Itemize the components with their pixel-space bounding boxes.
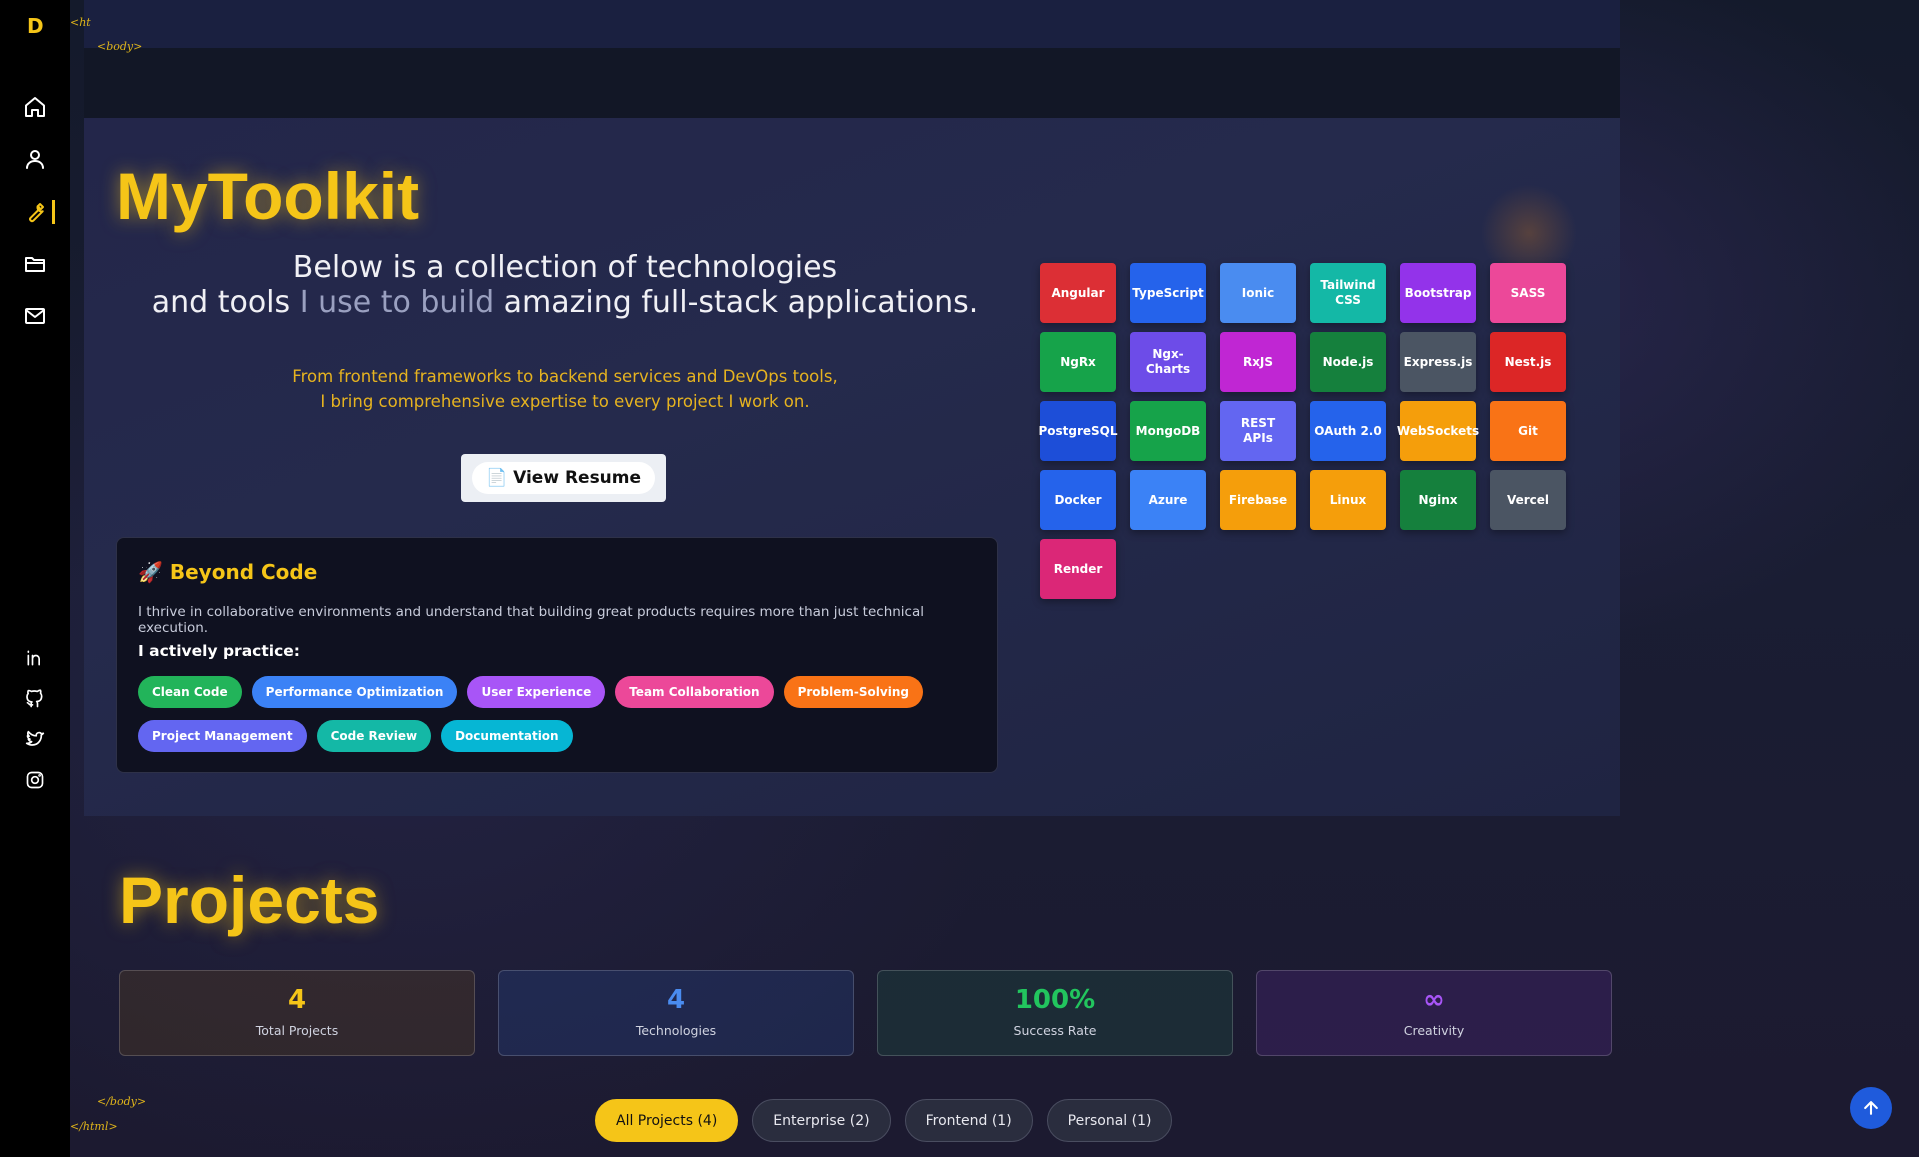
section-gap <box>84 48 1620 118</box>
body-close-tag: </body> <box>97 1095 147 1108</box>
beyond-code-title: 🚀 Beyond Code <box>138 560 318 584</box>
tech-tile[interactable]: Ionic <box>1220 263 1296 323</box>
tech-tile[interactable]: Tailwind CSS <box>1310 263 1386 323</box>
toolkit-subtitle: From frontend frameworks to backend serv… <box>140 364 990 414</box>
filter-button[interactable]: Enterprise (2) <box>752 1099 891 1142</box>
previous-section-band <box>84 0 1620 48</box>
tech-tile[interactable]: SASS <box>1490 263 1566 323</box>
practice-pill: Documentation <box>441 720 573 752</box>
linkedin-icon[interactable] <box>22 645 48 671</box>
practice-pill: User Experience <box>467 676 606 708</box>
active-nav-indicator <box>52 200 55 224</box>
page: <body> D <ht </body> </html> MyToolkit B… <box>0 0 1919 1157</box>
stat-label: Creativity <box>1403 1023 1465 1038</box>
arrow-up-icon <box>1864 1101 1878 1115</box>
toolkit-intro: Below is a collection of technologies an… <box>140 250 990 320</box>
practice-pill: Code Review <box>316 720 432 752</box>
stat-card: 4 Technologies <box>498 970 854 1056</box>
tech-tile[interactable]: TypeScript <box>1130 263 1206 323</box>
instagram-icon[interactable] <box>22 767 48 793</box>
project-filters: All Projects (4) Enterprise (2) Frontend (… <box>595 1099 1173 1142</box>
intro-text: amazing full-stack applications. <box>494 285 979 320</box>
intro-text: and tools <box>151 285 300 320</box>
tech-tile[interactable]: REST APIs <box>1220 401 1296 461</box>
subtitle-line-2: I bring comprehensive expertise to every… <box>320 392 810 411</box>
wrench-icon[interactable] <box>22 199 48 225</box>
tech-tile[interactable]: NgRx <box>1040 332 1116 392</box>
user-icon[interactable] <box>22 146 48 172</box>
tech-tile[interactable]: MongoDB <box>1130 401 1206 461</box>
home-icon[interactable] <box>22 94 48 120</box>
intro-line-2: and tools I use to build amazing full-st… <box>140 285 990 320</box>
practice-pill: Team Collaboration <box>615 676 774 708</box>
body-open-tag: <body> <box>97 40 143 53</box>
tech-tile[interactable]: Express.js <box>1400 332 1476 392</box>
tech-tile[interactable]: Firebase <box>1220 470 1296 530</box>
stat-card: ∞ Creativity <box>1256 970 1612 1056</box>
beyond-code-card: 🚀 Beyond Code I thrive in collaborative … <box>116 537 998 773</box>
view-resume-label-wrap: 📄 View Resume <box>471 462 656 494</box>
html-open-tag: <ht <box>70 16 91 29</box>
practice-pill: Clean Code <box>138 676 242 708</box>
scroll-to-top-button[interactable] <box>1850 1087 1892 1129</box>
tech-tile[interactable]: Bootstrap <box>1400 263 1476 323</box>
filter-button[interactable]: Personal (1) <box>1046 1099 1173 1142</box>
intro-highlight: I use to build <box>299 285 495 320</box>
subtitle-line-1: From frontend frameworks to backend serv… <box>292 367 838 386</box>
github-icon[interactable] <box>22 686 48 712</box>
tech-tile[interactable]: Vercel <box>1490 470 1566 530</box>
stat-label: Technologies <box>635 1023 717 1038</box>
html-close-tag: </html> <box>70 1120 118 1133</box>
view-resume-button[interactable]: 📄 View Resume <box>461 454 666 502</box>
intro-line-1: Below is a collection of technologies <box>292 250 838 285</box>
tech-tile[interactable]: Linux <box>1310 470 1386 530</box>
view-resume-label: View Resume <box>513 468 642 488</box>
tech-tile[interactable]: Render <box>1040 539 1116 599</box>
stat-value: 100% <box>1014 985 1096 1015</box>
filter-button[interactable]: All Projects (4) <box>595 1099 739 1142</box>
twitter-icon[interactable] <box>22 727 48 753</box>
stat-value: 4 <box>287 985 307 1015</box>
filter-button[interactable]: Frontend (1) <box>904 1099 1033 1142</box>
technology-grid: Angular TypeScript Ionic Tailwind CSS Bootst… <box>1038 263 1566 599</box>
tech-tile[interactable]: Node.js <box>1310 332 1386 392</box>
stat-card: 4 Total Projects <box>119 970 475 1056</box>
tech-tile[interactable]: Ngx-Charts <box>1130 332 1206 392</box>
practice-label: I actively practice: <box>138 642 300 660</box>
tech-tile[interactable]: Docker <box>1040 470 1116 530</box>
stat-card: 100% Success Rate <box>877 970 1233 1056</box>
beyond-code-text: I thrive in collaborative environments a… <box>138 604 924 636</box>
practice-pills: Clean Code Performance Optimization User E… <box>138 676 938 752</box>
tech-tile[interactable]: Azure <box>1130 470 1206 530</box>
tech-tile[interactable]: WebSockets <box>1397 401 1479 461</box>
stat-label: Success Rate <box>1013 1023 1097 1038</box>
toolkit-title: MyToolkit <box>116 159 420 233</box>
tech-tile[interactable]: OAuth 2.0 <box>1310 401 1386 461</box>
logo[interactable]: D <box>27 14 44 38</box>
tech-tile[interactable]: RxJS <box>1220 332 1296 392</box>
tech-tile[interactable]: Nest.js <box>1490 332 1566 392</box>
projects-title: Projects <box>119 863 380 937</box>
sidebar: D <ht <box>0 0 91 1157</box>
tech-tile[interactable]: PostgreSQL <box>1038 401 1118 461</box>
document-icon: 📄 <box>485 468 508 488</box>
folder-icon[interactable] <box>22 251 48 277</box>
mail-icon[interactable] <box>22 303 48 329</box>
practice-pill: Project Management <box>138 720 307 752</box>
stat-label: Total Projects <box>255 1023 339 1038</box>
tech-tile[interactable]: Git <box>1490 401 1566 461</box>
practice-pill: Performance Optimization <box>251 676 458 708</box>
practice-pill: Problem-Solving <box>783 676 923 708</box>
tech-tile[interactable]: Angular <box>1040 263 1116 323</box>
stat-value: ∞ <box>1423 985 1445 1015</box>
tech-tile[interactable]: Nginx <box>1400 470 1476 530</box>
stat-value: 4 <box>666 985 686 1015</box>
